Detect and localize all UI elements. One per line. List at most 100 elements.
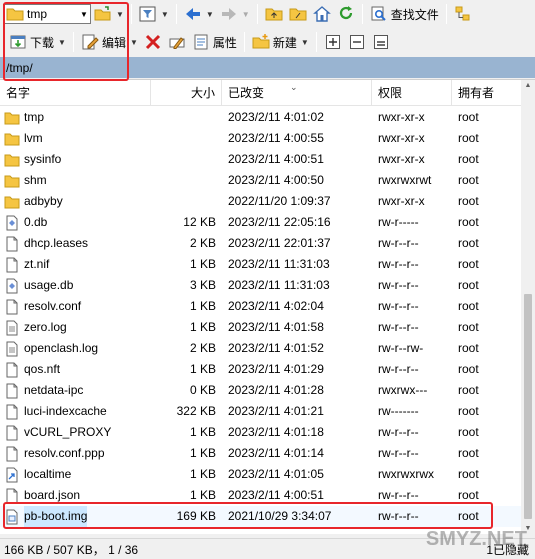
table-row[interactable]: zero.log 1 KB 2023/2/11 4:01:58 rw-r--r-- ro… (0, 317, 521, 338)
table-row[interactable]: luci-indexcache 322 KB 2023/2/11 4:01:21 rw… (0, 401, 521, 422)
current-path-bar[interactable]: /tmp/ (0, 57, 535, 78)
location-combo[interactable]: tmp ▼ (3, 4, 91, 24)
file-icon (4, 362, 20, 378)
file-name-cell[interactable]: localtime (4, 464, 150, 485)
table-row[interactable]: qos.nft 1 KB 2023/2/11 4:01:29 rw-r--r-- roo… (0, 359, 521, 380)
file-name-cell[interactable]: shm (4, 170, 150, 191)
select-all-button[interactable] (321, 30, 345, 54)
table-row[interactable]: localtime 1 KB 2023/2/11 4:01:05 rwxrwxrwx r… (0, 464, 521, 485)
column-header-modified[interactable]: ⌄ 已改变 (222, 80, 372, 106)
delete-button[interactable] (141, 30, 165, 54)
column-header-owner[interactable]: 拥有者 (452, 80, 521, 106)
file-size: 169 KB (176, 509, 216, 523)
column-header-size[interactable]: 大小 (151, 80, 222, 106)
file-name-cell[interactable]: vCURL_PROXY (4, 422, 150, 443)
back-button[interactable]: ▼ (181, 2, 217, 26)
column-header-name[interactable]: 名字 (0, 80, 151, 106)
file-name-cell[interactable]: sysinfo (4, 149, 150, 170)
table-row[interactable]: sysinfo 2023/2/11 4:00:51 rwxr-xr-x root (0, 149, 521, 170)
file-name-cell[interactable]: usage.db (4, 275, 150, 296)
chevron-down-icon: ▼ (58, 37, 66, 47)
file-name-cell[interactable]: board.json (4, 485, 150, 506)
toggle-tree-button[interactable] (451, 2, 475, 26)
properties-button[interactable]: 属性 (189, 30, 240, 54)
table-row[interactable]: netdata-ipc 0 KB 2023/2/11 4:01:28 rwxrwx--… (0, 380, 521, 401)
file-size: 1 KB (189, 425, 216, 439)
scrollbar-thumb[interactable] (524, 294, 532, 519)
file-permissions: rw-r--r-- (378, 257, 419, 271)
filter-button[interactable]: ▼ (136, 2, 172, 26)
table-row[interactable]: adbyby 2022/11/20 1:09:37 rwxr-xr-x root (0, 191, 521, 212)
table-row[interactable]: zt.nif 1 KB 2023/2/11 11:31:03 rw-r--r-- roo… (0, 254, 521, 275)
parent-directory-button[interactable] (262, 2, 286, 26)
file-permissions: rwxr-xr-x (378, 110, 425, 124)
unselect-all-button[interactable] (345, 30, 369, 54)
file-permissions: rw-r--r-- (378, 425, 419, 439)
scroll-up-arrow-icon[interactable]: ▲ (521, 80, 535, 92)
table-row[interactable]: usage.db 3 KB 2023/2/11 11:31:03 rw-r--r-- r… (0, 275, 521, 296)
location-combo-value: tmp (27, 7, 48, 21)
new-button[interactable]: 新建 ▼ (249, 30, 312, 54)
root-directory-button[interactable] (286, 2, 310, 26)
file-name-cell[interactable]: lvm (4, 128, 150, 149)
table-row[interactable]: tmp 2023/2/11 4:01:02 rwxr-xr-x root (0, 107, 521, 128)
vertical-scrollbar[interactable]: ▲ ▼ (521, 80, 535, 535)
file-owner: root (458, 341, 479, 355)
file-name-cell[interactable]: luci-indexcache (4, 401, 150, 422)
file-name-cell[interactable]: dhcp.leases (4, 233, 150, 254)
table-row[interactable]: openclash.log 2 KB 2023/2/11 4:01:52 rw-r--… (0, 338, 521, 359)
file-modified: 2023/2/11 4:01:05 (228, 467, 324, 481)
column-header-size-label: 大小 (190, 86, 215, 100)
forward-button[interactable]: ▼ (217, 2, 253, 26)
file-name-cell[interactable]: 0.db (4, 212, 150, 233)
table-row[interactable]: dhcp.leases 2 KB 2023/2/11 22:01:37 rw-r--r… (0, 233, 521, 254)
table-row[interactable]: pb-boot.img 169 KB 2021/10/29 3:34:07 rw-r-… (0, 506, 521, 527)
refresh-icon (337, 5, 355, 23)
file-permissions: rwxrwxrwt (378, 173, 432, 187)
file-name-cell[interactable]: pb-boot.img (4, 506, 150, 527)
file-name-cell[interactable]: netdata-ipc (4, 380, 150, 401)
text-file-icon (4, 320, 20, 336)
rename-button[interactable] (165, 30, 189, 54)
file-modified: 2023/2/11 4:01:58 (228, 320, 324, 334)
find-files-button[interactable]: 查找文件 (367, 2, 442, 26)
table-row[interactable]: resolv.conf.ppp 1 KB 2023/2/11 4:01:14 rw-r… (0, 443, 521, 464)
file-name-cell[interactable]: adbyby (4, 191, 150, 212)
invert-selection-button[interactable] (369, 30, 393, 54)
text-file-icon (4, 341, 20, 357)
edit-button[interactable]: 编辑 ▼ (78, 30, 141, 54)
table-row[interactable]: 0.db 12 KB 2023/2/11 22:05:16 rw-r----- root (0, 212, 521, 233)
file-name-cell[interactable]: zero.log (4, 317, 150, 338)
file-name-cell[interactable]: openclash.log (4, 338, 150, 359)
table-row[interactable]: board.json 1 KB 2023/2/11 4:00:51 rw-r--r--… (0, 485, 521, 506)
chevron-down-icon: ▼ (300, 37, 309, 47)
file-name-cell[interactable]: tmp (4, 107, 150, 128)
file-owner: root (458, 299, 479, 313)
invert-selection-icon (372, 33, 390, 51)
file-name-cell[interactable]: qos.nft (4, 359, 150, 380)
file-modified: 2023/2/11 4:00:51 (228, 488, 324, 502)
root-folder-icon (289, 5, 307, 23)
status-selection-summary: 166 KB / 507 KB， 1 / 36 (4, 542, 139, 557)
file-modified: 2023/2/11 4:01:29 (228, 362, 324, 376)
table-row[interactable]: lvm 2023/2/11 4:00:55 rwxr-xr-x root (0, 128, 521, 149)
file-name: board.json (24, 488, 81, 502)
folder-icon (4, 110, 20, 126)
file-modified: 2023/2/11 11:31:03 (228, 257, 330, 271)
file-name-cell[interactable]: resolv.conf (4, 296, 150, 317)
table-row[interactable]: resolv.conf 1 KB 2023/2/11 4:02:04 rw-r--r-… (0, 296, 521, 317)
image-file-icon (4, 509, 20, 525)
file-name-cell[interactable]: resolv.conf.ppp (4, 443, 150, 464)
file-name-cell[interactable]: zt.nif (4, 254, 150, 275)
file-permissions: rw-r--r-- (378, 278, 419, 292)
home-button[interactable] (310, 2, 334, 26)
open-folder-button[interactable]: ▼ (91, 2, 127, 26)
table-row[interactable]: shm 2023/2/11 4:00:50 rwxrwxrwt root (0, 170, 521, 191)
file-list[interactable]: 名字 大小 ⌄ 已改变 权限 拥有者 tmp 2023/2/11 4:01:02 r… (0, 79, 535, 535)
download-button[interactable]: 下载 ▼ (6, 30, 69, 54)
refresh-button[interactable] (334, 2, 358, 26)
table-row[interactable]: vCURL_PROXY 1 KB 2023/2/11 4:01:18 rw-r--r-… (0, 422, 521, 443)
column-header-permissions[interactable]: 权限 (372, 80, 452, 106)
file-permissions: rw-r--r-- (378, 488, 419, 502)
file-owner: root (458, 509, 479, 523)
